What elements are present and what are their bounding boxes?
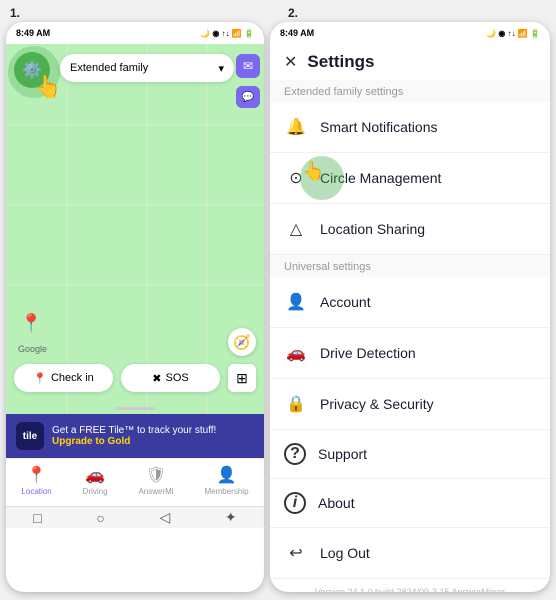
time-2: 8:49 AM — [280, 28, 314, 38]
promo-line1: Get a FREE Tile™ to track your stuff! — [52, 425, 254, 436]
sys-square-1[interactable]: □ — [33, 510, 41, 526]
circle-management-label: Circle Management — [320, 170, 536, 186]
smart-notifications-label: Smart Notifications — [320, 119, 536, 135]
action-bar: 📍 Check in ✖ SOS ⊞ — [14, 364, 256, 392]
sys-circle-1[interactable]: ○ — [96, 510, 104, 526]
location-sharing-label: Location Sharing — [320, 221, 536, 237]
time-1: 8:49 AM — [16, 28, 50, 38]
nav-membership[interactable]: 👤 Membership — [205, 465, 249, 496]
drive-detection-label: Drive Detection — [320, 345, 536, 361]
message-icon[interactable]: ✉ — [236, 54, 260, 78]
notification-icon: 🔔 — [284, 115, 308, 139]
about-icon: i — [284, 492, 306, 514]
system-bar-1: □ ○ ◁ ✦ — [6, 506, 264, 528]
dropdown-arrow: ▾ — [218, 62, 224, 75]
nav-answermirror[interactable]: 🛡 AnswerMi — [138, 465, 173, 496]
location-sharing-item[interactable]: △ Location Sharing — [270, 204, 550, 255]
family-label: Extended family — [70, 62, 148, 74]
location-share-icon: △ — [284, 217, 308, 241]
google-label: Google — [18, 344, 47, 354]
sos-icon: ✖ — [152, 372, 161, 385]
support-icon: ? — [284, 443, 306, 465]
gear-button[interactable]: ⚙️ — [14, 52, 50, 88]
status-bar-2: 8:49 AM 🌙 ◉ ↑↓ 📶 🔋 — [270, 22, 550, 44]
sys-extra-1[interactable]: ✦ — [225, 509, 237, 526]
layers-button[interactable]: ⊞ — [228, 364, 256, 392]
drive-detection-item[interactable]: 🚗 Drive Detection — [270, 328, 550, 379]
status-bar-1: 8:49 AM 🌙 ◉ ↑↓ 📶 🔋 — [6, 22, 264, 44]
checkin-button[interactable]: 📍 Check in — [14, 364, 113, 392]
promo-text: Get a FREE Tile™ to track your stuff! Up… — [52, 425, 254, 447]
promo-line2: Upgrade to Gold — [52, 436, 254, 447]
close-icon[interactable]: ✕ — [284, 52, 297, 72]
sys-back-1[interactable]: ◁ — [160, 509, 171, 526]
promo-banner: tile Get a FREE Tile™ to track your stuf… — [6, 414, 264, 458]
driving-icon: 🚗 — [85, 465, 105, 485]
nav-location[interactable]: 📍 Location — [21, 465, 51, 496]
chat-icon[interactable]: 💬 — [236, 86, 260, 108]
location-icon: 📍 — [27, 465, 47, 485]
privacy-security-label: Privacy & Security — [320, 396, 536, 412]
privacy-icon: 🔒 — [284, 392, 308, 416]
answermirror-icon: 🛡 — [146, 465, 166, 485]
sos-button[interactable]: ✖ SOS — [121, 364, 220, 392]
sos-label: SOS — [165, 372, 188, 384]
map-pin: 📍 — [20, 313, 42, 334]
tile-icon: tile — [16, 422, 44, 450]
drive-detection-icon: 🚗 — [284, 341, 308, 365]
nav-driving-label: Driving — [83, 487, 108, 496]
logout-item[interactable]: ↩ Log Out — [270, 528, 550, 579]
membership-icon: 👤 — [217, 465, 237, 485]
screen2-phone: 8:49 AM 🌙 ◉ ↑↓ 📶 🔋 ✕ Settings Extended f… — [270, 22, 550, 592]
support-label: Support — [318, 446, 536, 462]
step-label-1: 1. — [10, 6, 288, 20]
version-text: Version 24.1.0 build 2824/09-3.15 Answer… — [270, 579, 550, 592]
cursor-hand-2: 👆 — [302, 161, 324, 182]
checkin-label: Check in — [51, 372, 94, 384]
step-label-2: 2. — [288, 6, 546, 20]
smart-notifications-item[interactable]: 🔔 Smart Notifications — [270, 102, 550, 153]
screen1-phone: 8:49 AM 🌙 ◉ ↑↓ 📶 🔋 ⚙️ Extended family ▾ … — [6, 22, 264, 592]
logout-icon: ↩ — [284, 541, 308, 565]
logout-label: Log Out — [320, 545, 536, 561]
about-item[interactable]: i About — [270, 479, 550, 528]
about-label: About — [318, 495, 536, 511]
settings-header: ✕ Settings — [270, 44, 550, 80]
universal-section-header: Universal settings — [270, 255, 550, 277]
map-area: ⚙️ Extended family ▾ ✉ 💬 👆 📍 Google 🧭 — [6, 44, 264, 414]
compass-button[interactable]: 🧭 — [228, 328, 256, 356]
bottom-nav: 📍 Location 🚗 Driving 🛡 AnswerMi 👤 Member… — [6, 458, 264, 506]
family-dropdown[interactable]: Extended family ▾ — [60, 54, 234, 82]
privacy-security-item[interactable]: 🔒 Privacy & Security — [270, 379, 550, 430]
account-label: Account — [320, 294, 536, 310]
nav-membership-label: Membership — [205, 487, 249, 496]
nav-answermirror-label: AnswerMi — [138, 487, 173, 496]
nav-location-label: Location — [21, 487, 51, 496]
family-section-header: Extended family settings — [270, 80, 550, 102]
status-icons-1: 🌙 ◉ ↑↓ 📶 🔋 — [200, 29, 254, 38]
support-item[interactable]: ? Support — [270, 430, 550, 479]
circle-management-item[interactable]: ⊙ Circle Management 👆 — [270, 153, 550, 204]
checkin-icon: 📍 — [33, 372, 47, 385]
settings-title: Settings — [307, 52, 374, 72]
account-item[interactable]: 👤 Account — [270, 277, 550, 328]
nav-driving[interactable]: 🚗 Driving — [83, 465, 108, 496]
status-icons-2: 🌙 ◉ ↑↓ 📶 🔋 — [486, 29, 540, 38]
account-icon: 👤 — [284, 290, 308, 314]
